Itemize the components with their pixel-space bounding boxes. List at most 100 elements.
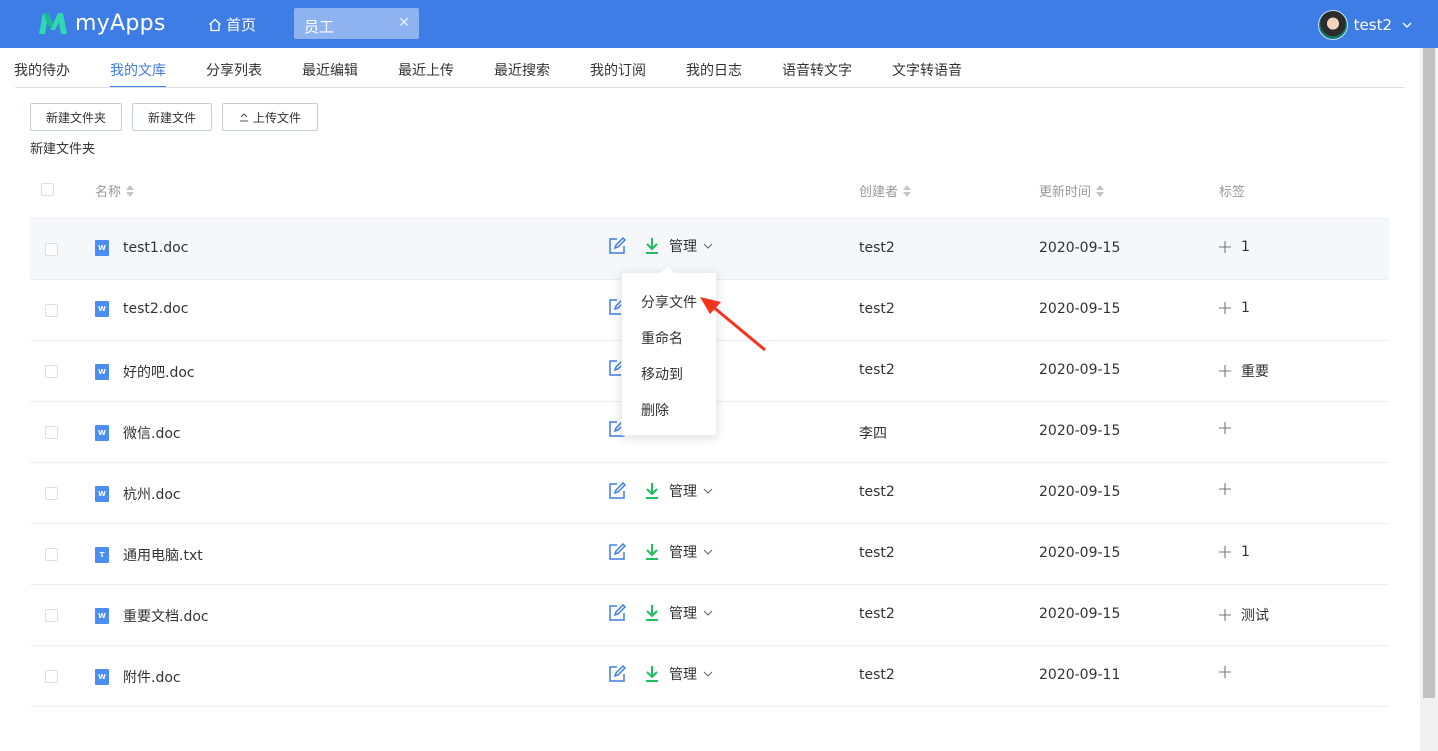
row-actions: 管理 — [608, 236, 713, 256]
open-tab-label: 员工 — [304, 18, 335, 36]
column-creator[interactable]: 创建者 — [859, 181, 912, 200]
home-label: 首页 — [226, 16, 257, 34]
tab-share-list[interactable]: 分享列表 — [206, 60, 262, 80]
tags-cell — [1219, 422, 1241, 434]
menu-item-share-file[interactable]: 分享文件 — [641, 292, 697, 312]
add-tag-icon[interactable] — [1219, 302, 1231, 314]
file-name[interactable]: W 附件.doc — [95, 667, 181, 687]
updated-date-cell: 2020-09-15 — [1039, 423, 1121, 439]
file-name[interactable]: T 通用电脑.txt — [95, 545, 203, 565]
file-name[interactable]: W 杭州.doc — [95, 484, 181, 504]
add-tag-icon[interactable] — [1219, 666, 1231, 678]
edit-icon[interactable] — [608, 237, 626, 255]
creator-cell: test2 — [859, 240, 895, 256]
creator-cell: test2 — [859, 606, 895, 622]
app-logo[interactable]: myApps — [37, 8, 166, 38]
new-folder-button[interactable]: 新建文件夹 — [30, 103, 122, 131]
tab-my-library[interactable]: 我的文库 — [110, 60, 166, 80]
tab-recent-upload[interactable]: 最近上传 — [398, 60, 454, 80]
column-name[interactable]: 名称 — [95, 181, 135, 200]
row-checkbox[interactable] — [45, 487, 58, 500]
row-checkbox[interactable] — [45, 304, 58, 317]
doc-file-icon: W — [95, 301, 109, 317]
file-name-label: 重要文档.doc — [123, 609, 209, 625]
open-tab-employee[interactable]: 员工 ✕ — [294, 8, 419, 39]
manage-dropdown-trigger[interactable]: 管理 — [669, 542, 713, 562]
column-updated[interactable]: 更新时间 — [1039, 181, 1105, 200]
download-icon[interactable] — [645, 482, 659, 500]
edit-icon[interactable] — [608, 482, 626, 500]
row-checkbox[interactable] — [45, 243, 58, 256]
tag-label[interactable]: 重要 — [1241, 361, 1269, 381]
upload-icon — [239, 113, 248, 122]
edit-icon[interactable] — [608, 543, 626, 561]
manage-dropdown-trigger[interactable]: 管理 — [669, 664, 713, 684]
tags-cell: 重要 — [1219, 361, 1269, 381]
table-header: 名称 创建者 更新时间 标签 — [30, 160, 1389, 219]
file-name[interactable]: Wtest1.doc — [95, 240, 188, 256]
divider — [15, 87, 1405, 88]
row-checkbox[interactable] — [45, 548, 58, 561]
scrollbar-thumb[interactable] — [1423, 48, 1435, 698]
table-row[interactable]: T 通用电脑.txt 管理 test2 2020-09-15 1 — [30, 524, 1389, 585]
new-file-button[interactable]: 新建文件 — [132, 103, 212, 131]
user-menu[interactable]: test2 — [1317, 10, 1412, 40]
file-name[interactable]: W 微信.doc — [95, 423, 181, 443]
tab-my-subscription[interactable]: 我的订阅 — [590, 60, 646, 80]
table-row[interactable]: W 重要文档.doc 管理 test2 2020-09-15 测试 — [30, 585, 1389, 646]
download-icon[interactable] — [645, 604, 659, 622]
table-row[interactable]: W 杭州.doc 管理 test2 2020-09-15 — [30, 463, 1389, 524]
tab-recent-search[interactable]: 最近搜索 — [494, 60, 550, 80]
add-tag-icon[interactable] — [1219, 483, 1231, 495]
menu-item-delete[interactable]: 删除 — [641, 400, 669, 420]
file-name[interactable]: Wtest2.doc — [95, 301, 188, 317]
tab-my-log[interactable]: 我的日志 — [686, 60, 742, 80]
row-checkbox[interactable] — [45, 365, 58, 378]
add-tag-icon[interactable] — [1219, 609, 1231, 621]
menu-item-rename[interactable]: 重命名 — [641, 328, 683, 348]
file-name[interactable]: W 重要文档.doc — [95, 606, 209, 626]
upload-file-button[interactable]: 上传文件 — [222, 103, 318, 131]
download-icon[interactable] — [645, 543, 659, 561]
chevron-down-icon — [703, 549, 713, 555]
chevron-down-icon — [703, 243, 713, 249]
add-tag-icon[interactable] — [1219, 365, 1231, 377]
home-link[interactable]: 首页 — [208, 14, 256, 35]
file-name[interactable]: W 好的吧.doc — [95, 362, 195, 382]
download-icon[interactable] — [645, 665, 659, 683]
tag-label[interactable]: 测试 — [1241, 605, 1269, 625]
tab-text-to-speech[interactable]: 文字转语音 — [892, 60, 962, 80]
tag-label[interactable]: 1 — [1241, 300, 1250, 316]
edit-icon[interactable] — [608, 604, 626, 622]
tag-label[interactable]: 1 — [1241, 239, 1250, 255]
tab-my-todo[interactable]: 我的待办 — [14, 60, 70, 80]
edit-icon[interactable] — [608, 665, 626, 683]
tab-speech-to-text[interactable]: 语音转文字 — [782, 60, 852, 80]
manage-dropdown-trigger[interactable]: 管理 — [669, 481, 713, 501]
row-checkbox[interactable] — [45, 670, 58, 683]
table-row[interactable]: W 附件.doc 管理 test2 2020-09-11 — [30, 646, 1389, 707]
tab-recent-edit[interactable]: 最近编辑 — [302, 60, 358, 80]
updated-date-cell: 2020-09-15 — [1039, 484, 1121, 500]
menu-item-move-to[interactable]: 移动到 — [641, 364, 683, 384]
row-checkbox[interactable] — [45, 609, 58, 622]
txt-file-icon: T — [95, 547, 109, 563]
updated-date-cell: 2020-09-15 — [1039, 362, 1121, 378]
download-icon[interactable] — [645, 237, 659, 255]
chevron-down-icon — [1402, 22, 1412, 28]
doc-file-icon: W — [95, 608, 109, 624]
select-all-checkbox[interactable] — [41, 183, 54, 196]
add-tag-icon[interactable] — [1219, 241, 1231, 253]
tag-label[interactable]: 1 — [1241, 544, 1250, 560]
table-row[interactable]: Wtest1.doc 管理 test2 2020-09-15 1 — [30, 219, 1389, 280]
manage-dropdown-trigger[interactable]: 管理 — [669, 603, 713, 623]
breadcrumb[interactable]: 新建文件夹 — [30, 138, 95, 157]
add-tag-icon[interactable] — [1219, 546, 1231, 558]
top-bar: myApps 首页 员工 ✕ test2 — [0, 0, 1438, 48]
close-tab-icon[interactable]: ✕ — [398, 15, 410, 31]
doc-file-icon: W — [95, 240, 109, 256]
logo-m-icon — [39, 13, 67, 34]
manage-dropdown-trigger[interactable]: 管理 — [669, 236, 713, 256]
add-tag-icon[interactable] — [1219, 422, 1231, 434]
row-checkbox[interactable] — [45, 426, 58, 439]
